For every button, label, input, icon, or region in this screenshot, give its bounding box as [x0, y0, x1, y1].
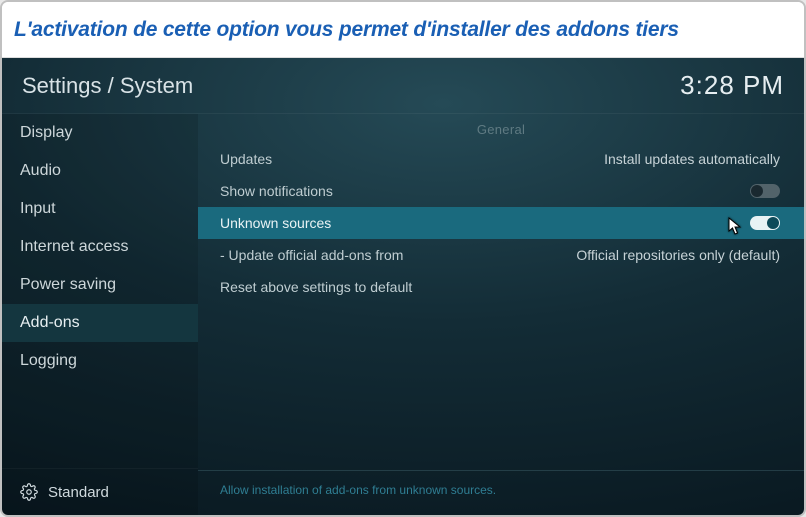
settings-level-label: Standard: [48, 484, 109, 501]
row-label: Unknown sources: [220, 215, 331, 231]
toggle-show-notifications[interactable]: [750, 184, 780, 198]
breadcrumb[interactable]: Settings / System: [22, 73, 193, 99]
sidebar-item-add-ons[interactable]: Add-ons: [2, 304, 198, 342]
sidebar-item-power-saving[interactable]: Power saving: [2, 266, 198, 304]
row-reset-defaults[interactable]: Reset above settings to default: [198, 271, 804, 303]
sidebar-item-audio[interactable]: Audio: [2, 152, 198, 190]
cursor-icon: [728, 217, 744, 240]
sidebar-item-display[interactable]: Display: [2, 114, 198, 152]
toggle-unknown-sources[interactable]: [750, 216, 780, 230]
header: Settings / System 3:28 PM: [2, 58, 804, 114]
row-updates[interactable]: Updates Install updates automatically: [198, 143, 804, 175]
row-update-official-addons[interactable]: - Update official add-ons from Official …: [198, 239, 804, 271]
sidebar-item-input[interactable]: Input: [2, 190, 198, 228]
row-label: Updates: [220, 151, 272, 167]
row-show-notifications[interactable]: Show notifications: [198, 175, 804, 207]
row-value: Install updates automatically: [604, 151, 780, 167]
sidebar: Display Audio Input Internet access Powe…: [2, 114, 198, 515]
hint-bar: Allow installation of add-ons from unkno…: [198, 470, 804, 515]
section-header-general: General: [198, 114, 804, 143]
row-label: Show notifications: [220, 183, 333, 199]
gear-icon: [20, 483, 38, 501]
main-panel: General Updates Install updates automati…: [198, 114, 804, 515]
settings-level-button[interactable]: Standard: [2, 468, 198, 515]
sidebar-item-internet-access[interactable]: Internet access: [2, 228, 198, 266]
row-unknown-sources[interactable]: Unknown sources: [198, 207, 804, 239]
app-window: Settings / System 3:28 PM Display Audio …: [2, 58, 804, 515]
caption-text: L'activation de cette option vous permet…: [14, 18, 679, 42]
caption-bar: L'activation de cette option vous permet…: [2, 2, 804, 58]
row-label: Reset above settings to default: [220, 279, 412, 295]
sidebar-item-logging[interactable]: Logging: [2, 342, 198, 380]
clock: 3:28 PM: [680, 70, 784, 101]
row-value: Official repositories only (default): [576, 247, 780, 263]
row-label: - Update official add-ons from: [220, 247, 403, 263]
